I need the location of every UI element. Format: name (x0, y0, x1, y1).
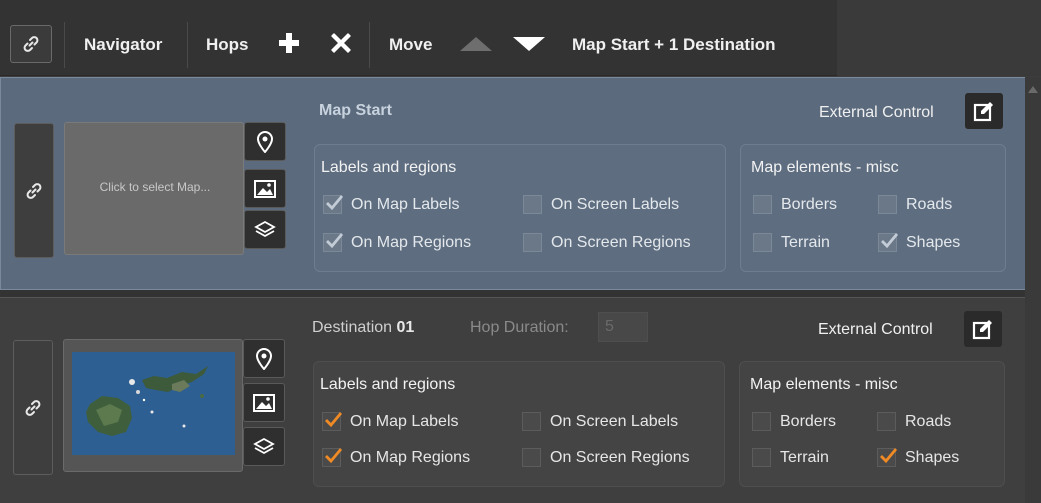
destination-number: 01 (396, 319, 415, 336)
summary-label: Map Start + 1 Destination (572, 35, 776, 54)
checkbox-label: On Map Labels (351, 196, 460, 213)
checkbox-shapes[interactable] (878, 233, 899, 252)
edit-icon (973, 102, 993, 122)
image-icon (254, 179, 276, 198)
checkbox-on-screen-labels[interactable] (523, 195, 542, 214)
toolbar-separator (369, 22, 370, 68)
external-control-label: External Control (818, 321, 933, 338)
hop-duration-label: Hop Duration: (470, 319, 569, 336)
checkbox-on-map-labels[interactable] (322, 412, 343, 431)
checkbox-label: Shapes (906, 234, 961, 251)
check-icon (880, 448, 898, 464)
destination-label: Destination (312, 319, 393, 336)
scroll-up-icon[interactable] (1028, 86, 1038, 93)
checkbox-shapes[interactable] (877, 448, 898, 467)
top-toolbar: Navigator Hops Move Map Start + 1 Destin… (0, 0, 1041, 76)
checkbox-on-screen-regions[interactable] (523, 233, 542, 252)
destination-panel[interactable]: Destination 01 Hop Duration: External Co… (0, 297, 1041, 503)
external-control-button[interactable] (964, 311, 1002, 347)
map-islands-image (72, 352, 235, 455)
map-start-panel[interactable]: Click to select Map... Map Start Externa… (0, 77, 1041, 290)
image-button[interactable] (244, 169, 286, 208)
layers-button[interactable] (244, 210, 286, 249)
check-icon (325, 448, 343, 464)
check-icon (325, 412, 343, 428)
map-thumbnail[interactable]: Click to select Map... (64, 122, 244, 255)
checkbox-roads[interactable] (877, 412, 896, 431)
checkbox-label: On Map Labels (350, 413, 459, 430)
vertical-scrollbar[interactable] (1025, 77, 1041, 503)
checkbox-label: Shapes (905, 449, 960, 466)
checkbox-label: Borders (781, 196, 838, 213)
link-icon (23, 36, 39, 52)
checkbox-label: On Map Regions (351, 234, 472, 251)
layers-icon (254, 220, 276, 237)
checkbox-on-screen-labels[interactable] (522, 412, 541, 431)
checkbox-roads[interactable] (878, 195, 897, 214)
labels-regions-group: Labels and regions On Map Labels On Scre… (313, 361, 725, 487)
toolbar-separator (187, 22, 188, 68)
checkbox-label: Roads (906, 196, 953, 213)
map-pin-icon (257, 130, 273, 153)
map-preview-image (72, 352, 235, 455)
checkbox-on-map-regions[interactable] (322, 448, 343, 467)
group-title: Map elements - misc (750, 376, 898, 393)
group-title: Labels and regions (321, 159, 457, 176)
select-map-prompt: Click to select Map... (99, 180, 211, 194)
check-icon (326, 195, 344, 211)
hops-label: Hops (206, 35, 249, 54)
link-icon (26, 182, 42, 199)
checkbox-terrain[interactable] (753, 233, 772, 252)
checkbox-label: On Screen Regions (550, 449, 690, 466)
checkbox-label: Terrain (781, 234, 830, 251)
checkbox-on-map-labels[interactable] (323, 195, 344, 214)
layers-icon (253, 437, 275, 454)
destination-title: Destination 01 (312, 319, 414, 337)
map-elements-group: Map elements - misc Borders Roads Terrai… (739, 361, 1005, 487)
navigator-button[interactable]: Navigator (84, 35, 162, 55)
link-button[interactable] (10, 25, 52, 63)
plus-icon[interactable] (278, 32, 300, 54)
checkbox-label: On Screen Labels (550, 413, 679, 430)
edit-icon (972, 320, 992, 340)
panel-title: Map Start (319, 102, 392, 119)
group-title: Labels and regions (320, 376, 456, 393)
checkbox-borders[interactable] (752, 412, 771, 431)
checkbox-borders[interactable] (753, 195, 772, 214)
map-pin-icon (256, 347, 272, 370)
checkbox-label: On Screen Labels (551, 196, 680, 213)
move-label: Move (389, 35, 433, 54)
checkbox-label: On Map Regions (350, 449, 471, 466)
map-elements-group: Map elements - misc Borders Roads Terrai… (740, 144, 1006, 272)
location-button[interactable] (243, 339, 285, 378)
layers-button[interactable] (243, 427, 285, 466)
image-button[interactable] (243, 383, 285, 422)
panel-divider (0, 290, 1041, 297)
close-icon[interactable] (330, 32, 352, 54)
group-title: Map elements - misc (751, 159, 899, 176)
toolbar-separator (64, 22, 65, 68)
link-toggle[interactable] (13, 340, 53, 475)
arrow-up-icon[interactable] (458, 35, 494, 53)
location-button[interactable] (244, 122, 286, 161)
external-control-label: External Control (819, 104, 934, 121)
arrow-down-icon[interactable] (511, 35, 547, 53)
link-toggle[interactable] (14, 123, 54, 258)
link-icon (25, 399, 41, 416)
checkbox-on-screen-regions[interactable] (522, 448, 541, 467)
checkbox-on-map-regions[interactable] (323, 233, 344, 252)
hop-duration-input[interactable] (598, 312, 648, 342)
image-icon (253, 393, 275, 412)
check-icon (881, 233, 899, 249)
checkbox-terrain[interactable] (752, 448, 771, 467)
labels-regions-group: Labels and regions On Map Labels On Scre… (314, 144, 726, 272)
checkbox-label: On Screen Regions (551, 234, 691, 251)
checkbox-label: Roads (905, 413, 952, 430)
external-control-button[interactable] (965, 93, 1003, 129)
map-thumbnail[interactable] (63, 339, 243, 472)
checkbox-label: Borders (780, 413, 837, 430)
checkbox-label: Terrain (780, 449, 829, 466)
toolbar-empty-area (837, 0, 1041, 76)
check-icon (326, 233, 344, 249)
